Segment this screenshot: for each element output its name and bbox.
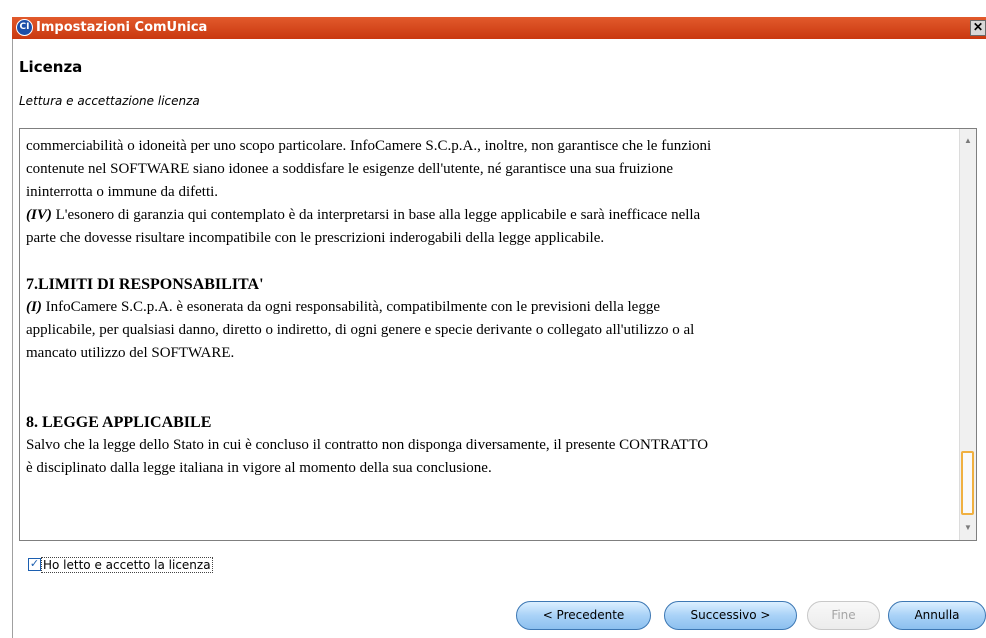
license-line-text: Salvo che la legge dello Stato in cui è … bbox=[26, 437, 709, 453]
next-button[interactable]: Successivo > bbox=[664, 601, 797, 630]
vertical-scrollbar[interactable]: ▲ ▼ bbox=[959, 129, 976, 540]
license-line-text: InfoCamere S.C.p.A. è esonerata da ogni … bbox=[41, 299, 660, 315]
license-section-heading: 8. LEGGE APPLICABILE bbox=[26, 414, 212, 431]
scroll-up-arrow-icon[interactable]: ▲ bbox=[960, 134, 976, 148]
license-line-text: è disciplinato dalla legge italiana in v… bbox=[26, 460, 492, 476]
license-line: ininterrotta o immune da difetti. bbox=[26, 181, 952, 204]
license-line: (I) InfoCamere S.C.p.A. è esonerata da o… bbox=[26, 296, 952, 319]
cancel-button[interactable]: Annulla bbox=[888, 601, 986, 630]
license-line: parte che dovesse risultare incompatibil… bbox=[26, 227, 952, 250]
license-text-area[interactable]: commerciabilità o idoneità per uno scopo… bbox=[19, 128, 977, 541]
license-line-text: contenute nel SOFTWARE siano idonee a so… bbox=[26, 161, 674, 177]
app-logo-icon: CI bbox=[16, 19, 33, 36]
license-line: è disciplinato dalla legge italiana in v… bbox=[26, 457, 952, 480]
close-button[interactable]: ✕ bbox=[970, 20, 986, 36]
license-spacer bbox=[26, 388, 952, 411]
license-line: contenute nel SOFTWARE siano idonee a so… bbox=[26, 158, 952, 181]
window-left-border bbox=[12, 39, 13, 638]
accept-license-label[interactable]: Ho letto e accetto la licenza bbox=[41, 557, 213, 573]
window-title: Impostazioni ComUnica bbox=[36, 20, 208, 35]
license-line: mancato utilizzo del SOFTWARE. bbox=[26, 342, 952, 365]
license-spacer bbox=[26, 365, 952, 388]
license-clause-number: (IV) bbox=[26, 207, 52, 223]
license-line: Salvo che la legge dello Stato in cui è … bbox=[26, 434, 952, 457]
license-line: (IV) L'esonero di garanzia qui contempla… bbox=[26, 204, 952, 227]
license-content: commerciabilità o idoneità per uno scopo… bbox=[26, 135, 952, 480]
page-title: Licenza bbox=[19, 58, 83, 76]
scrollbar-thumb[interactable] bbox=[961, 451, 974, 515]
title-bar: CI Impostazioni ComUnica ✕ bbox=[12, 17, 986, 39]
page-subtitle: Lettura e accettazione licenza bbox=[19, 94, 200, 108]
license-section-heading: 7.LIMITI DI RESPONSABILITA' bbox=[26, 276, 264, 293]
license-line: commerciabilità o idoneità per uno scopo… bbox=[26, 135, 952, 158]
scroll-down-arrow-icon[interactable]: ▼ bbox=[960, 521, 976, 535]
license-line-text: mancato utilizzo del SOFTWARE. bbox=[26, 345, 235, 361]
license-spacer bbox=[26, 250, 952, 273]
license-line-text: commerciabilità o idoneità per uno scopo… bbox=[26, 138, 712, 154]
license-line-text: L'esonero di garanzia qui contemplato è … bbox=[51, 207, 701, 223]
license-line: applicabile, per qualsiasi danno, dirett… bbox=[26, 319, 952, 342]
accept-license-checkbox[interactable]: ✓ bbox=[28, 558, 41, 571]
license-line-text: parte che dovesse risultare incompatibil… bbox=[26, 230, 605, 246]
previous-button[interactable]: < Precedente bbox=[516, 601, 651, 630]
license-line-text: ininterrotta o immune da difetti. bbox=[26, 184, 219, 200]
finish-button: Fine bbox=[807, 601, 880, 630]
license-clause-number: (I) bbox=[26, 299, 42, 315]
license-line-text: applicabile, per qualsiasi danno, dirett… bbox=[26, 322, 695, 338]
